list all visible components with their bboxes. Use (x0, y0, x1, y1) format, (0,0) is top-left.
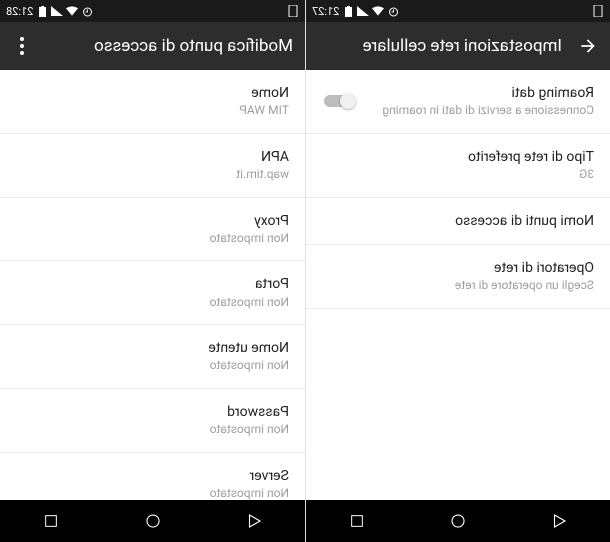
apn-fields-list: Nome TIM WAP APN wap.tim.it Proxy Non im… (0, 70, 305, 500)
row-proxy[interactable]: Proxy Non impostato (0, 198, 305, 262)
appbar: Modifica punto di accesso (0, 22, 305, 70)
row-title: Nomi punti di accesso (322, 212, 594, 230)
row-title: Proxy (16, 212, 289, 230)
signal-icon (357, 5, 369, 17)
row-title: APN (16, 148, 289, 166)
row-server[interactable]: Server Non impostato (0, 453, 305, 500)
row-sub: 3G (322, 167, 594, 183)
portrait-icon (592, 5, 604, 17)
appbar: Impostazioni rete cellulare (306, 22, 610, 70)
settings-list: Roaming dati Connessione a servizi di da… (306, 70, 610, 500)
row-roaming[interactable]: Roaming dati Connessione a servizi di da… (306, 70, 610, 134)
nav-back-button[interactable] (529, 500, 589, 542)
row-title: Tipo di rete preferito (322, 148, 594, 166)
row-apn[interactable]: Nomi punti di accesso (306, 198, 610, 245)
row-sub: Non impostato (16, 486, 289, 500)
nav-recent-button[interactable] (21, 500, 81, 542)
overflow-menu-icon[interactable] (12, 36, 32, 56)
row-sub: TIM WAP (16, 103, 289, 119)
nav-home-button[interactable] (428, 500, 488, 542)
navbar (306, 500, 610, 542)
statusbar-time: 21:28 (6, 5, 33, 18)
nav-home-button[interactable] (123, 500, 183, 542)
row-apn-value[interactable]: APN wap.tim.it (0, 134, 305, 198)
row-username[interactable]: Nome utente Non impostato (0, 325, 305, 389)
page-title: Impostazioni rete cellulare (318, 36, 562, 56)
row-sub: Non impostato (16, 295, 289, 311)
row-sub: wap.tim.it (16, 167, 289, 183)
row-sub: Connessione a servizi di dati in roaming (368, 103, 594, 119)
row-sub: Non impostato (16, 231, 289, 247)
page-title: Modifica punto di accesso (48, 36, 293, 56)
row-sub: Non impostato (16, 358, 289, 374)
row-title: Server (16, 467, 289, 485)
back-icon[interactable] (578, 36, 598, 56)
navbar (0, 500, 305, 542)
row-password[interactable]: Password Non impostato (0, 389, 305, 453)
nav-back-button[interactable] (224, 500, 284, 542)
row-sub: Scegli un operatore di rete (322, 278, 594, 294)
portrait-icon (287, 5, 299, 17)
row-title: Nome (16, 84, 289, 102)
row-sub: Non impostato (16, 422, 289, 438)
battery-icon (36, 5, 48, 17)
row-title: Password (16, 403, 289, 421)
row-title: Porta (16, 275, 289, 293)
row-name[interactable]: Nome TIM WAP (0, 70, 305, 134)
signal-icon (51, 5, 63, 17)
nav-recent-button[interactable] (327, 500, 387, 542)
row-title: Nome utente (16, 339, 289, 357)
row-operators[interactable]: Operatori di rete Scegli un operatore di… (306, 245, 610, 309)
roaming-toggle[interactable] (322, 92, 356, 110)
alarm-icon (81, 5, 93, 17)
row-title: Operatori di rete (322, 259, 594, 277)
statusbar: 21:27 (306, 0, 610, 22)
row-port[interactable]: Porta Non impostato (0, 261, 305, 325)
battery-icon (342, 5, 354, 17)
wifi-icon (372, 5, 384, 17)
screen-network-settings: 21:27 Impostazioni rete cellulare Roamin… (305, 0, 610, 542)
screen-apn-edit: 21:28 Modifica punto di accesso Nome TIM… (0, 0, 305, 542)
row-network-type[interactable]: Tipo di rete preferito 3G (306, 134, 610, 198)
row-title: Roaming dati (368, 84, 594, 102)
statusbar-time: 21:27 (312, 5, 339, 18)
alarm-icon (387, 5, 399, 17)
wifi-icon (66, 5, 78, 17)
statusbar: 21:28 (0, 0, 305, 22)
